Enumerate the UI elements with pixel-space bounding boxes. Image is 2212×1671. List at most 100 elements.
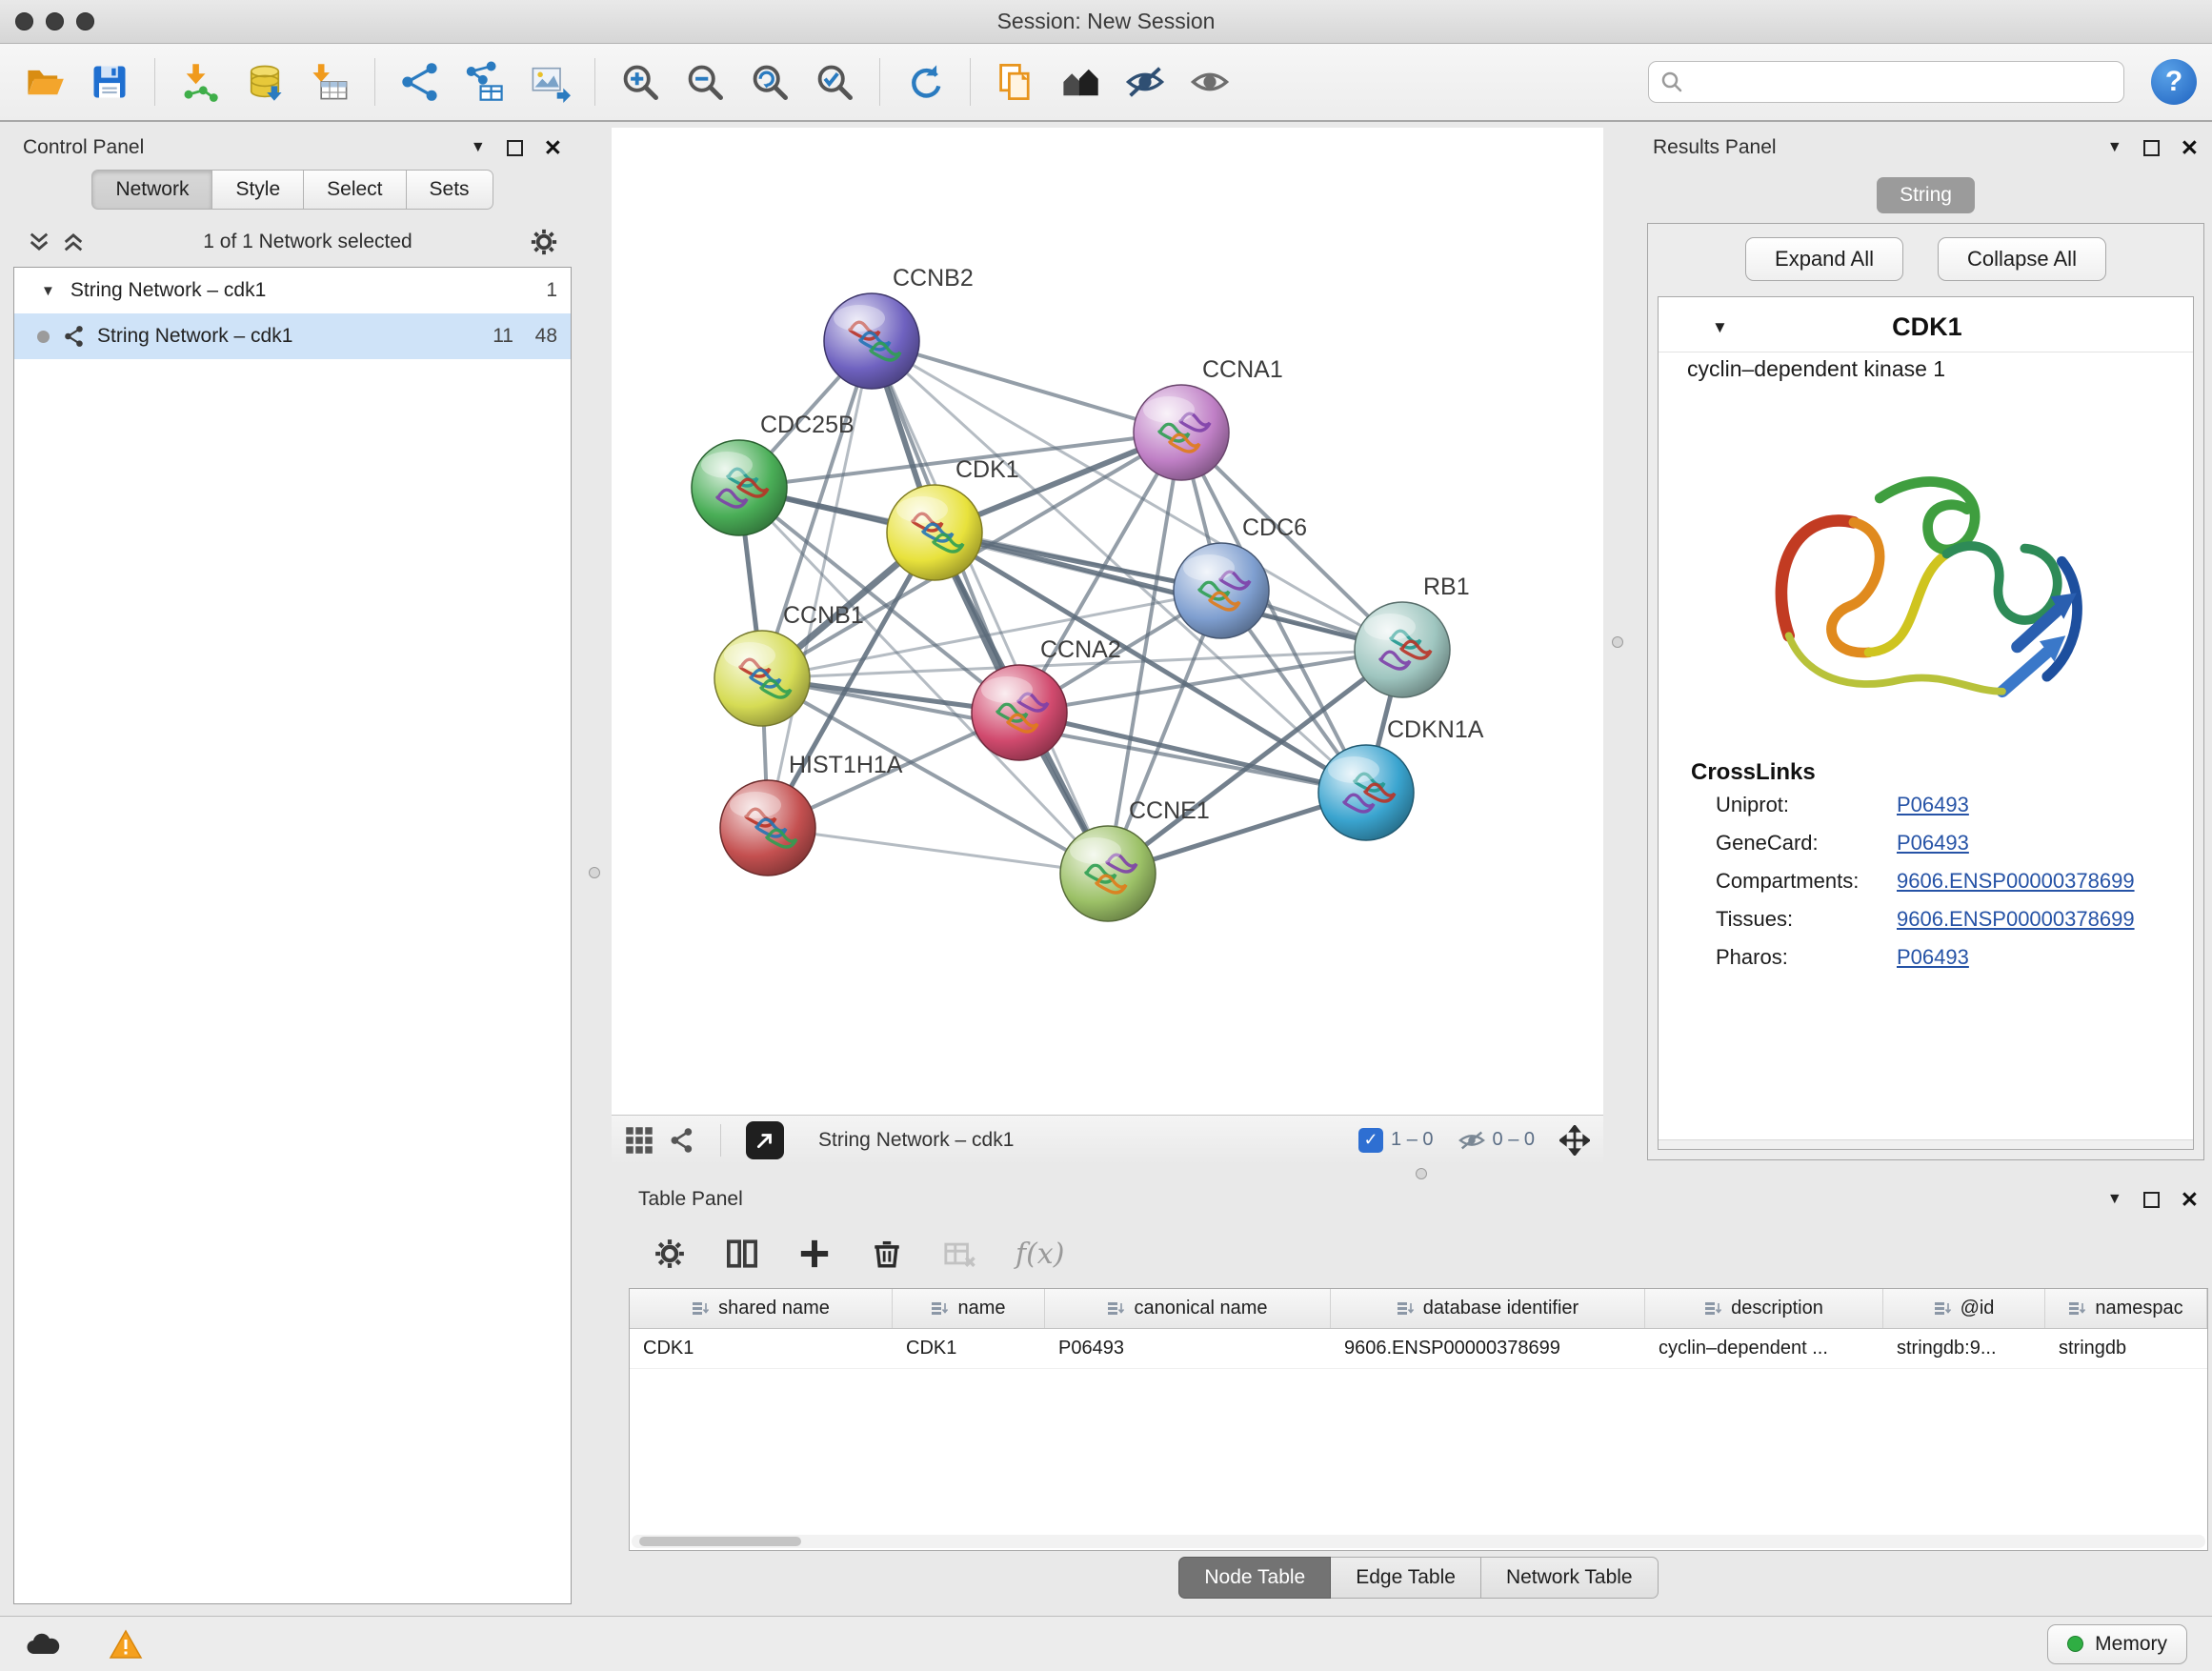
import-network-file-button[interactable] [171,52,230,111]
gear-icon[interactable] [530,228,558,256]
edge-CCNB2-CCNE1[interactable] [872,341,1108,874]
delete-column-icon[interactable] [871,1238,903,1270]
table-cell[interactable]: P06493 [1045,1329,1331,1368]
table-cell[interactable]: CDK1 [893,1329,1045,1368]
splitter-handle[interactable] [589,867,600,878]
panel-collapse-icon[interactable]: ▼ [2107,139,2122,156]
table-cell[interactable]: cyclin–dependent ... [1645,1329,1883,1368]
pan-crosshair-icon[interactable] [1559,1125,1590,1156]
panel-collapse-icon[interactable]: ▼ [2107,1191,2122,1208]
panel-float-icon[interactable] [2143,140,2160,156]
cloud-icon[interactable] [25,1630,63,1659]
tab-style[interactable]: Style [212,170,304,210]
edge-CCNA2-CDKN1A[interactable] [1019,713,1366,793]
node-CCNB2[interactable]: CCNB2 [824,265,974,389]
tab-network-table[interactable]: Network Table [1481,1557,1659,1599]
search-input[interactable] [1693,70,2112,93]
crosslink-link[interactable]: 9606.ENSP00000378699 [1897,869,2135,894]
panel-collapse-icon[interactable]: ▼ [471,139,486,156]
horizontal-scrollbar[interactable] [632,1535,2205,1548]
table-settings-gear-icon[interactable] [654,1238,686,1270]
splitter-handle[interactable] [1416,1168,1427,1179]
birdseye-grid-icon[interactable] [625,1126,654,1155]
panel-float-icon[interactable] [507,140,523,156]
save-session-button[interactable] [80,52,139,111]
splitter-handle[interactable] [1612,636,1623,648]
column-header-database-identifier[interactable]: database identifier [1331,1289,1645,1328]
tab-sets[interactable]: Sets [407,170,493,210]
column-header-canonical-name[interactable]: canonical name [1045,1289,1331,1328]
scrollbar-thumb[interactable] [639,1537,801,1546]
node-CCNA1[interactable]: CCNA1 [1134,356,1283,480]
network-canvas[interactable]: CCNB2CCNA1CDC25BCDK1CDC6RB1CCNB1CCNA2CDK… [612,128,1603,1115]
import-network-database-button[interactable] [235,52,294,111]
column-header-shared-name[interactable]: shared name [630,1289,893,1328]
tab-node-table[interactable]: Node Table [1178,1557,1331,1599]
column-header--id[interactable]: @id [1883,1289,2045,1328]
table-cell[interactable]: stringdb [2045,1329,2207,1368]
select-columns-icon[interactable] [726,1238,758,1270]
column-header-description[interactable]: description [1645,1289,1883,1328]
table-row[interactable]: CDK1CDK1P064939606.ENSP00000378699cyclin… [630,1329,2207,1369]
share-view-icon[interactable] [669,1127,695,1154]
panel-float-icon[interactable] [2143,1192,2160,1208]
column-header-namespac[interactable]: namespac [2045,1289,2207,1328]
network-collection-row[interactable]: ▼ String Network – cdk1 1 [14,268,571,313]
collapse-all-icon[interactable] [61,230,86,254]
gene-scrollbar[interactable] [1659,1139,2193,1149]
column-header-name[interactable]: name [893,1289,1045,1328]
expand-all-icon[interactable] [27,230,51,254]
zoom-selected-button[interactable] [805,52,864,111]
minimize-window-icon[interactable] [46,12,64,30]
panel-close-icon[interactable]: ✕ [544,137,562,159]
maximize-window-icon[interactable] [76,12,94,30]
disclosure-triangle-icon[interactable]: ▼ [41,283,55,299]
function-builder-button[interactable]: f(x) [1016,1238,1064,1271]
gene-section-header[interactable]: ▼ CDK1 [1659,297,2193,352]
tab-select[interactable]: Select [304,170,406,210]
tab-network[interactable]: Network [91,170,212,210]
table-cell[interactable]: 9606.ENSP00000378699 [1331,1329,1645,1368]
network-row[interactable]: String Network – cdk1 11 48 [14,313,571,359]
new-network-button[interactable] [391,52,450,111]
network-svg[interactable]: CCNB2CCNA1CDC25BCDK1CDC6RB1CCNB1CCNA2CDK… [612,128,1603,1115]
memory-button[interactable]: Memory [2047,1624,2187,1664]
first-neighbors-button[interactable] [1051,52,1110,111]
help-button[interactable]: ? [2151,59,2197,105]
crosslink-link[interactable]: P06493 [1897,831,1969,856]
warning-icon[interactable] [109,1629,143,1660]
import-table-button[interactable] [300,52,359,111]
crosslink-link[interactable]: P06493 [1897,793,1969,817]
open-session-button[interactable] [15,52,74,111]
refresh-layout-button[interactable] [895,52,955,111]
tab-edge-table[interactable]: Edge Table [1331,1557,1481,1599]
network-from-selection-button[interactable] [455,52,514,111]
open-in-window-button[interactable] [746,1121,784,1159]
zoom-in-button[interactable] [611,52,670,111]
export-image-button[interactable] [520,52,579,111]
node-CDKN1A[interactable]: CDKN1A [1318,716,1484,840]
zoom-out-button[interactable] [675,52,734,111]
string-tab[interactable]: String [1877,177,1975,213]
disclosure-triangle-icon[interactable]: ▼ [1712,318,1728,337]
node-RB1[interactable]: RB1 [1355,574,1470,697]
panel-close-icon[interactable]: ✕ [2181,1189,2199,1211]
checkbox-icon[interactable]: ✓ [1358,1128,1383,1153]
crosslink-link[interactable]: P06493 [1897,945,1969,970]
expand-all-button[interactable]: Expand All [1745,237,1903,281]
copy-annotation-button[interactable] [986,52,1045,111]
add-column-icon[interactable] [798,1238,831,1270]
panel-close-icon[interactable]: ✕ [2181,137,2199,159]
hide-selected-button[interactable] [1116,52,1175,111]
close-window-icon[interactable] [15,12,33,30]
edge-CCNB2-CCNA1[interactable] [872,341,1181,433]
table-cell[interactable]: CDK1 [630,1329,893,1368]
collapse-all-button[interactable]: Collapse All [1938,237,2106,281]
zoom-fit-button[interactable] [740,52,799,111]
node-CDK1[interactable]: CDK1 [887,456,1019,580]
crosslink-link[interactable]: 9606.ENSP00000378699 [1897,907,2135,932]
show-all-button[interactable] [1180,52,1239,111]
table-cell[interactable]: stringdb:9... [1883,1329,2045,1368]
edge-HIST1H1A-CCNE1[interactable] [768,828,1108,874]
hidden-counter[interactable]: 0 – 0 [1458,1129,1535,1152]
